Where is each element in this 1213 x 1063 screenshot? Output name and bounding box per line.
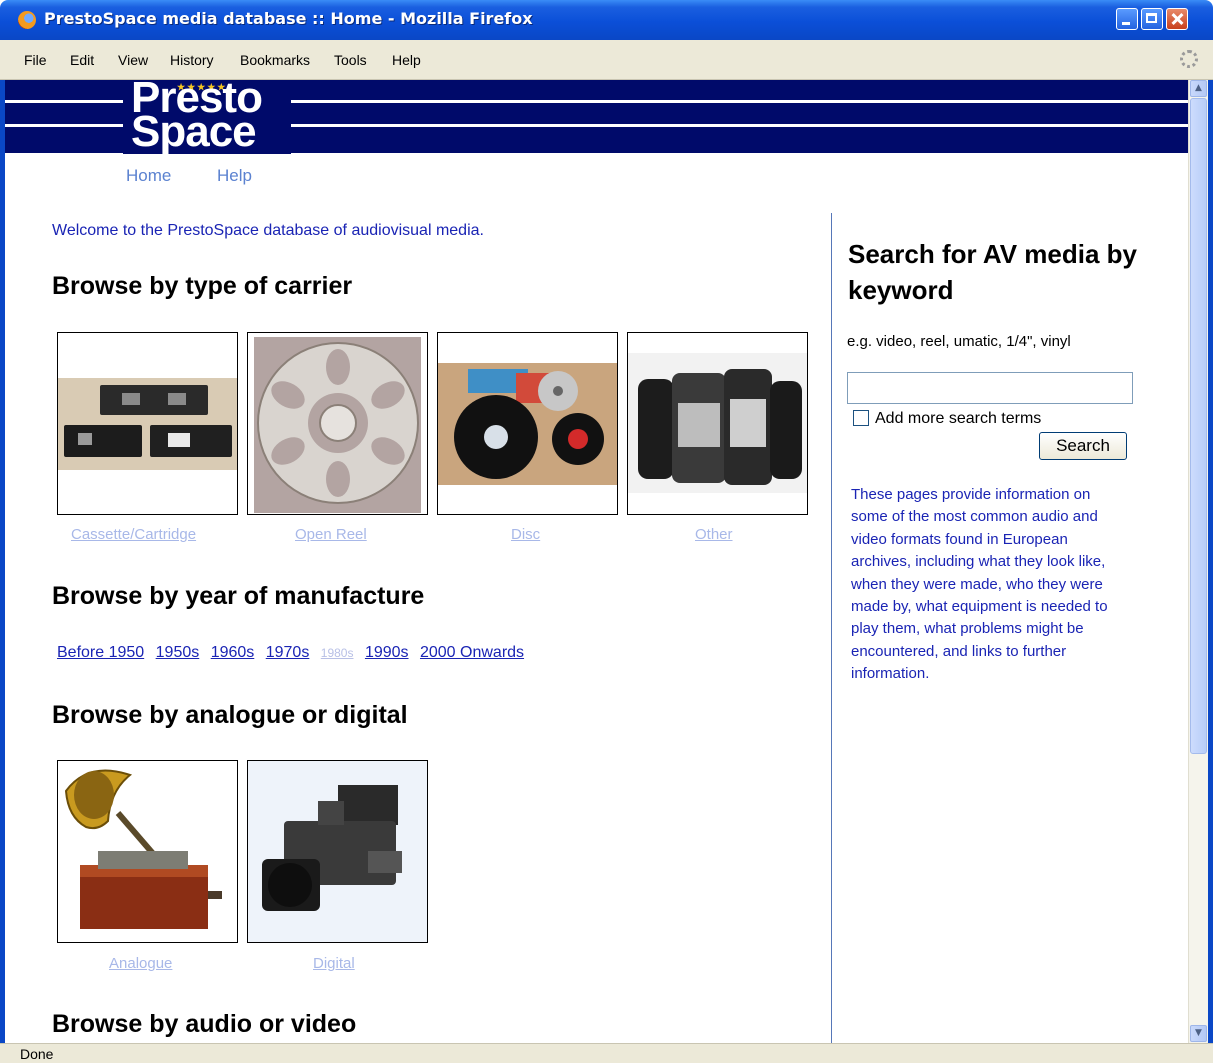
menu-history[interactable]: History — [170, 52, 214, 68]
menu-bar: File Edit View History Bookmarks Tools H… — [0, 40, 1213, 80]
maximize-button[interactable] — [1141, 8, 1163, 30]
chevron-down-icon: ▼ — [1195, 1028, 1202, 1038]
menu-edit[interactable]: Edit — [70, 52, 94, 68]
digital-thumbnail[interactable] — [247, 760, 428, 943]
menu-file[interactable]: File — [24, 52, 47, 68]
site-description: These pages provide information on some … — [851, 486, 1108, 683]
carrier-heading: Browse by type of carrier — [52, 272, 353, 300]
analogue-link[interactable]: Analogue — [109, 955, 172, 972]
open-reel-thumbnail[interactable] — [247, 332, 428, 515]
throbber-icon — [1180, 50, 1198, 68]
year-link-2000-onwards[interactable]: 2000 Onwards — [420, 644, 524, 661]
year-heading: Browse by year of manufacture — [52, 582, 425, 610]
keyword-search-input[interactable] — [847, 372, 1133, 404]
menu-tools[interactable]: Tools — [334, 52, 367, 68]
cassette-link[interactable]: Cassette/Cartridge — [71, 526, 196, 543]
disc-link[interactable]: Disc — [511, 526, 540, 543]
film-reel-image — [254, 337, 421, 513]
window-titlebar: PrestoSpace media database :: Home - Moz… — [0, 0, 1213, 40]
menu-bookmarks[interactable]: Bookmarks — [240, 52, 310, 68]
firefox-icon — [18, 11, 36, 29]
chevron-up-icon: ▲ — [1195, 83, 1202, 93]
other-thumbnail[interactable] — [627, 332, 808, 515]
open-reel-link[interactable]: Open Reel — [295, 526, 367, 543]
menu-help[interactable]: Help — [392, 52, 421, 68]
nav-help-link[interactable]: Help — [217, 166, 252, 186]
status-text: Done — [20, 1046, 54, 1062]
search-sidebar-title: Search for AV media by keyword — [848, 239, 1137, 305]
search-example-text: e.g. video, reel, umatic, 1/4", vinyl — [847, 333, 1071, 350]
video-cassette-image — [58, 378, 237, 470]
year-link-before-1950[interactable]: Before 1950 — [57, 644, 144, 661]
other-link[interactable]: Other — [695, 526, 733, 543]
welcome-text: Welcome to the PrestoSpace database of a… — [52, 222, 484, 239]
close-window-button[interactable] — [1166, 8, 1188, 30]
search-button[interactable]: Search — [1039, 432, 1127, 460]
prestospace-logo[interactable]: ★★★★★ Presto Space — [123, 80, 291, 154]
page-viewport: ★★★★★ Presto Space Home Help Welcome to … — [5, 80, 1188, 1043]
analogue-heading: Browse by analogue or digital — [52, 701, 408, 729]
column-divider — [831, 213, 832, 1043]
cylinder-image — [628, 353, 807, 493]
digital-link[interactable]: Digital — [313, 955, 355, 972]
year-link-1970s[interactable]: 1970s — [266, 644, 310, 661]
add-terms-checkbox[interactable] — [853, 410, 869, 426]
phonograph-image — [64, 769, 222, 929]
camcorder-image — [248, 761, 427, 942]
disc-thumbnail[interactable] — [437, 332, 618, 515]
analogue-thumbnail[interactable] — [57, 760, 238, 943]
year-link-1960s[interactable]: 1960s — [211, 644, 255, 661]
add-terms-label: Add more search terms — [875, 410, 1042, 427]
minimize-button[interactable] — [1116, 8, 1138, 30]
logo-line-2: Space — [131, 107, 257, 156]
status-bar: Done — [0, 1043, 1213, 1063]
window-title: PrestoSpace media database :: Home - Moz… — [44, 9, 533, 28]
scroll-up-button[interactable]: ▲ — [1190, 80, 1207, 97]
audio-video-heading: Browse by audio or video — [52, 1010, 357, 1038]
window-frame-right — [1208, 40, 1213, 1043]
vertical-scrollbar[interactable]: ▲ ▼ — [1188, 80, 1208, 1043]
year-link-1990s[interactable]: 1990s — [365, 644, 409, 661]
year-link-1950s[interactable]: 1950s — [156, 644, 200, 661]
scroll-down-button[interactable]: ▼ — [1190, 1025, 1207, 1042]
year-link-1980s[interactable]: 1980s — [321, 646, 354, 660]
nav-home-link[interactable]: Home — [126, 166, 171, 186]
year-links: Before 1950 1950s 1960s 1970s 1980s 1990… — [57, 644, 531, 662]
disc-image — [438, 363, 617, 485]
scroll-thumb[interactable] — [1190, 98, 1207, 754]
cassette-thumbnail[interactable] — [57, 332, 238, 515]
menu-view[interactable]: View — [118, 52, 148, 68]
